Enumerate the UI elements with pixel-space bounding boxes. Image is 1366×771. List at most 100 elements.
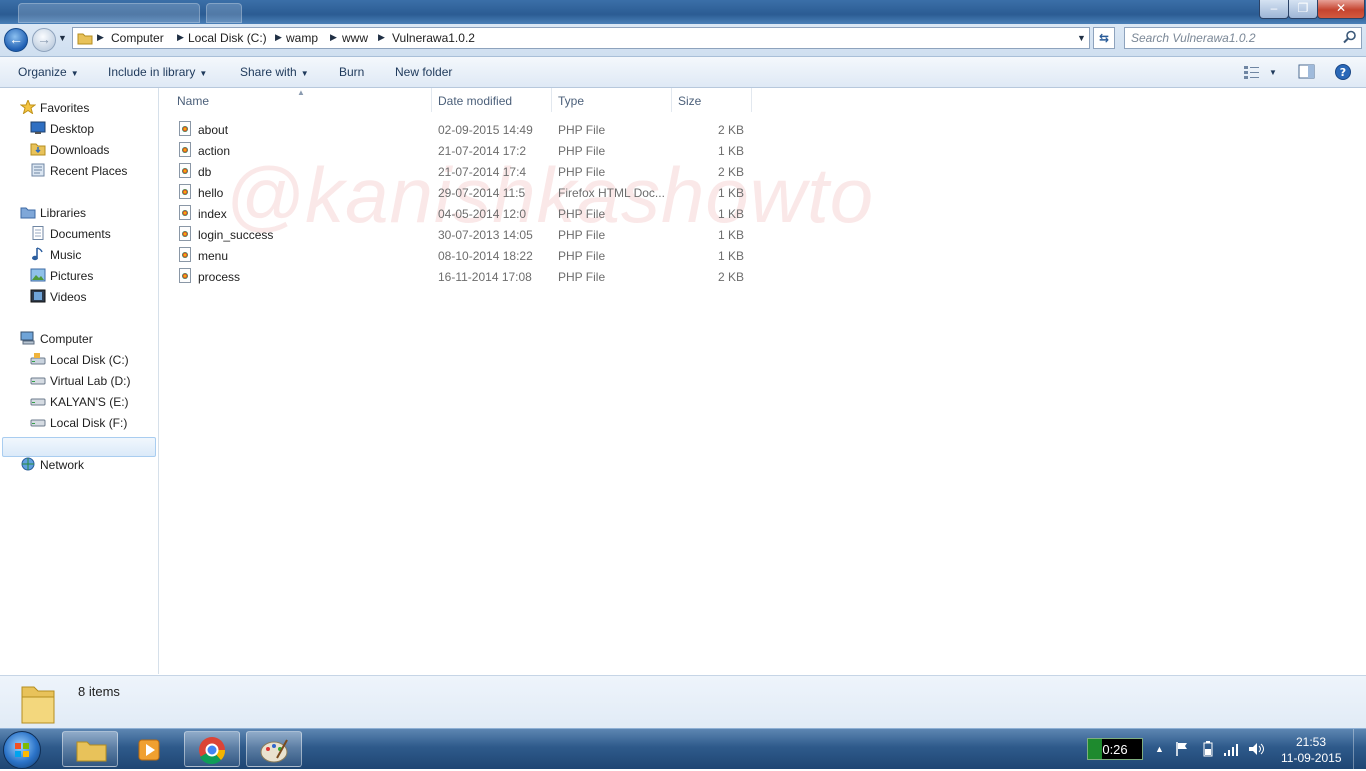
table-row[interactable]: login_success 30-07-2013 14:05 PHP File … [177, 224, 747, 245]
clock-date[interactable]: 11-09-2015 [1281, 751, 1342, 765]
folder-icon [77, 33, 93, 45]
music-icon [32, 247, 43, 261]
system-drive-icon [30, 353, 46, 365]
file-date: 04-05-2014 12:0 [438, 207, 527, 221]
taskbar-chrome-button[interactable] [184, 731, 240, 767]
view-options-chevron-down-icon[interactable]: ▼ [1269, 68, 1277, 77]
background-window-tab [18, 3, 200, 23]
php-file-icon [179, 121, 191, 136]
breadcrumb-separator-icon[interactable]: ▶ [177, 32, 184, 43]
network-signal-icon[interactable] [1223, 741, 1239, 757]
column-divider[interactable] [671, 88, 672, 112]
breadcrumb-vulnerawa[interactable]: Vulnerawa1.0.2 [392, 31, 475, 45]
column-divider[interactable] [431, 88, 432, 112]
forward-button[interactable]: → [32, 28, 56, 52]
php-file-icon [179, 205, 191, 220]
background-window-tab-2 [206, 3, 242, 23]
table-row[interactable]: menu 08-10-2014 18:22 PHP File 1 KB [177, 245, 747, 266]
documents-icon [32, 226, 44, 240]
sort-ascending-icon: ▲ [297, 88, 305, 97]
nav-kalyans-e-label: KALYAN'S (E:) [50, 395, 129, 409]
volume-icon[interactable] [1248, 741, 1264, 757]
nav-selection-highlight [2, 437, 156, 457]
file-date: 21-07-2014 17:4 [438, 165, 527, 179]
breadcrumb-computer[interactable]: Computer [111, 31, 164, 45]
file-size: 2 KB [717, 165, 744, 179]
organize-button[interactable]: Organize ▼ [18, 65, 79, 79]
search-input[interactable]: Search Vulnerawa1.0.2 [1124, 27, 1362, 49]
preview-pane-icon[interactable] [1298, 64, 1316, 80]
column-header-date-modified[interactable]: Date modified [438, 94, 512, 108]
media-player-icon [138, 739, 160, 761]
file-type: PHP File [558, 144, 606, 158]
table-row[interactable]: about 02-09-2015 14:49 PHP File 2 KB [177, 119, 747, 140]
file-type: PHP File [558, 270, 606, 284]
taskbar-explorer-button[interactable] [62, 731, 118, 767]
file-date: 30-07-2013 14:05 [438, 228, 533, 242]
file-name: menu [198, 249, 229, 263]
file-type: PHP File [558, 249, 606, 263]
table-row[interactable]: index 04-05-2014 12:0 PHP File 1 KB [177, 203, 747, 224]
table-row[interactable]: hello 29-07-2014 11:5 Firefox HTML Doc..… [177, 182, 747, 203]
file-date: 08-10-2014 18:22 [438, 249, 533, 263]
new-folder-button[interactable]: New folder [395, 65, 452, 79]
refresh-button[interactable]: ⇆ [1093, 27, 1115, 49]
breadcrumb-separator-icon[interactable]: ▶ [378, 32, 385, 43]
star-icon [20, 100, 36, 114]
windows-logo-icon [15, 743, 29, 757]
show-hidden-icons-chevron-up-icon[interactable]: ▲ [1155, 744, 1164, 754]
table-row[interactable]: action 21-07-2014 17:2 PHP File 1 KB [177, 140, 747, 161]
column-divider[interactable] [551, 88, 552, 112]
chrome-icon [199, 737, 226, 765]
search-icon[interactable] [1343, 30, 1357, 44]
chevron-down-icon: ▼ [70, 69, 79, 78]
battery-icon[interactable] [1202, 741, 1214, 757]
table-row[interactable]: process 16-11-2014 17:08 PHP File 2 KB [177, 266, 747, 287]
start-button[interactable] [3, 731, 41, 769]
file-date: 29-07-2014 11:5 [438, 186, 526, 200]
column-header-type[interactable]: Type [558, 94, 584, 108]
close-button[interactable]: ✕ [1317, 0, 1365, 19]
taskbar-paint-button[interactable] [246, 731, 302, 767]
include-in-library-label: Include in library [108, 65, 196, 79]
drive-icon [30, 398, 46, 406]
breadcrumb-separator-icon[interactable]: ▶ [330, 32, 337, 43]
breadcrumb-separator-icon[interactable]: ▶ [97, 32, 104, 43]
computer-icon [20, 331, 35, 345]
recent-pages-chevron-down-icon[interactable]: ▼ [58, 33, 67, 43]
nav-local-disk-f-label: Local Disk (F:) [50, 416, 128, 430]
svg-text:?: ? [1340, 66, 1346, 79]
maximize-button[interactable]: ❐ [1288, 0, 1318, 19]
burn-button[interactable]: Burn [339, 65, 364, 79]
action-center-flag-icon[interactable] [1175, 741, 1189, 757]
table-row[interactable]: db 21-07-2014 17:4 PHP File 2 KB [177, 161, 747, 182]
column-header-size[interactable]: Size [678, 94, 701, 108]
nav-pictures-label: Pictures [50, 269, 94, 283]
address-bar[interactable]: ▶ Computer ▶ Local Disk (C:) ▶ wamp ▶ ww… [72, 27, 1090, 49]
clock-time[interactable]: 21:53 [1296, 735, 1326, 749]
view-options-icon[interactable] [1243, 64, 1261, 80]
nav-downloads-label: Downloads [50, 143, 110, 157]
address-history-chevron-down-icon[interactable]: ▼ [1077, 33, 1086, 43]
help-icon[interactable]: ? [1334, 64, 1352, 82]
include-in-library-button[interactable]: Include in library ▼ [108, 65, 207, 79]
breadcrumb-separator-icon[interactable]: ▶ [275, 32, 282, 43]
column-header-name[interactable]: Name [177, 94, 209, 108]
drive-icon [30, 377, 46, 385]
nav-recent-places-label: Recent Places [50, 164, 128, 178]
file-size: 2 KB [717, 270, 744, 284]
explorer-folder-icon [76, 741, 107, 762]
back-button[interactable]: ← [4, 28, 28, 52]
column-divider[interactable] [751, 88, 752, 112]
minimize-button[interactable]: – [1259, 0, 1289, 19]
breadcrumb-www[interactable]: www [342, 31, 368, 45]
taskbar-media-player-button[interactable] [122, 731, 176, 767]
nav-computer-label: Computer [40, 332, 93, 346]
breadcrumb-local-disk-c[interactable]: Local Disk (C:) [188, 31, 267, 45]
battery-timer[interactable]: 0:26 [1087, 738, 1143, 760]
file-list: @kanishkashowto ▲ Name Date modified Typ… [159, 88, 1366, 674]
breadcrumb-wamp[interactable]: wamp [286, 31, 318, 45]
show-desktop-button[interactable] [1353, 729, 1366, 769]
share-with-button[interactable]: Share with ▼ [240, 65, 309, 79]
item-count: 8 items [78, 684, 120, 699]
